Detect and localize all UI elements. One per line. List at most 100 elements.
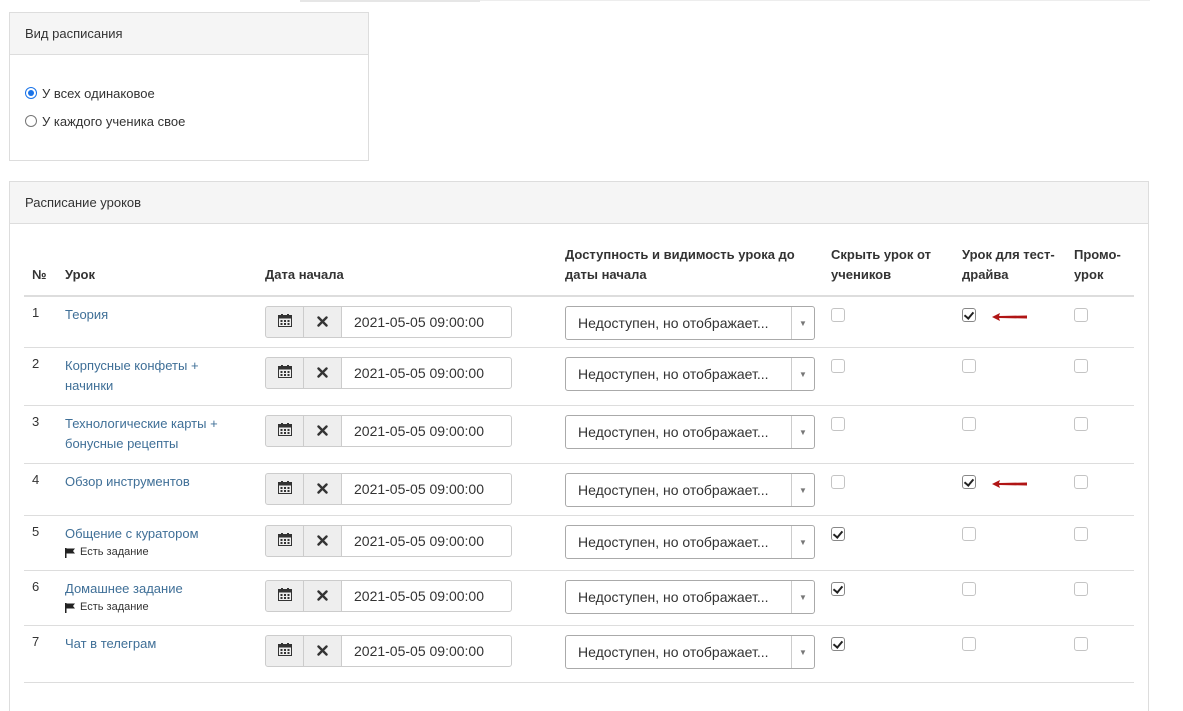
calendar-button[interactable] — [265, 525, 304, 557]
calendar-icon — [277, 532, 292, 550]
col-num: № — [32, 267, 47, 282]
promo-lesson-checkbox[interactable] — [1074, 582, 1088, 596]
start-date-input[interactable]: 2021-05-05 09:00:00 — [341, 306, 512, 338]
promo-lesson-checkbox[interactable] — [1074, 475, 1088, 489]
availability-select[interactable]: Недоступен, но отображает... ▼ — [565, 357, 815, 391]
availability-value: Недоступен, но отображает... — [578, 366, 769, 382]
availability-value: Недоступен, но отображает... — [578, 534, 769, 550]
start-date-input[interactable]: 2021-05-05 09:00:00 — [341, 635, 512, 667]
test-drive-checkbox[interactable] — [962, 359, 976, 373]
lesson-link[interactable]: Чат в телеграм — [65, 636, 156, 651]
hide-lesson-checkbox[interactable] — [831, 475, 845, 489]
start-date-input[interactable]: 2021-05-05 09:00:00 — [341, 415, 512, 447]
caret-down-icon: ▼ — [791, 416, 814, 448]
lesson-number: 1 — [32, 305, 40, 320]
start-date-input[interactable]: 2021-05-05 09:00:00 — [341, 473, 512, 505]
start-date-input[interactable]: 2021-05-05 09:00:00 — [341, 580, 512, 612]
start-date-input[interactable]: 2021-05-05 09:00:00 — [341, 357, 512, 389]
caret-down-icon: ▼ — [791, 307, 814, 339]
clear-date-button[interactable] — [303, 357, 342, 389]
test-drive-checkbox[interactable] — [962, 637, 976, 651]
table-row: 1 Теория 2021-05-05 09:00:00 Недоступен, но… — [24, 297, 1134, 348]
test-drive-checkbox[interactable] — [962, 527, 976, 541]
caret-down-icon: ▼ — [791, 526, 814, 558]
col-hide: Скрыть урок от учеников — [831, 247, 931, 282]
flag-icon — [65, 547, 77, 558]
hide-lesson-checkbox[interactable] — [831, 417, 845, 431]
promo-lesson-checkbox[interactable] — [1074, 417, 1088, 431]
clear-date-button[interactable] — [303, 415, 342, 447]
close-icon — [317, 423, 328, 440]
clear-date-button[interactable] — [303, 580, 342, 612]
lesson-number: 2 — [32, 356, 40, 371]
lesson-number: 3 — [32, 414, 40, 429]
start-date-group: 2021-05-05 09:00:00 — [265, 415, 512, 447]
test-drive-checkbox[interactable] — [962, 475, 976, 489]
lesson-link[interactable]: Технологические карты + бонусные рецепты — [65, 416, 218, 451]
promo-lesson-checkbox[interactable] — [1074, 527, 1088, 541]
hide-lesson-checkbox[interactable] — [831, 527, 845, 541]
col-lesson: Урок — [65, 267, 95, 282]
col-test-drive: Урок для тест-драйва — [962, 247, 1055, 282]
lesson-link[interactable]: Домашнее задание — [65, 581, 183, 596]
hide-lesson-checkbox[interactable] — [831, 359, 845, 373]
start-date-group: 2021-05-05 09:00:00 — [265, 580, 512, 612]
clear-date-button[interactable] — [303, 635, 342, 667]
radio-label: У всех одинаковое — [42, 85, 155, 101]
radio-option-individual[interactable]: У каждого ученика свое — [25, 107, 368, 135]
calendar-button[interactable] — [265, 580, 304, 612]
task-label: Есть задание — [80, 546, 149, 558]
radio-option-same[interactable]: У всех одинаковое — [25, 79, 368, 107]
calendar-button[interactable] — [265, 473, 304, 505]
clear-date-button[interactable] — [303, 473, 342, 505]
calendar-button[interactable] — [265, 357, 304, 389]
lesson-link[interactable]: Теория — [65, 307, 108, 322]
promo-lesson-checkbox[interactable] — [1074, 637, 1088, 651]
promo-lesson-checkbox[interactable] — [1074, 359, 1088, 373]
clear-date-button[interactable] — [303, 525, 342, 557]
availability-select[interactable]: Недоступен, но отображает... ▼ — [565, 580, 815, 614]
availability-select[interactable]: Недоступен, но отображает... ▼ — [565, 306, 815, 340]
calendar-button[interactable] — [265, 635, 304, 667]
hide-lesson-checkbox[interactable] — [831, 637, 845, 651]
start-date-group: 2021-05-05 09:00:00 — [265, 525, 512, 557]
calendar-button[interactable] — [265, 306, 304, 338]
top-divider — [300, 0, 480, 2]
radio-button[interactable] — [25, 115, 37, 127]
lesson-link[interactable]: Обзор инструментов — [65, 474, 190, 489]
table-row: 3 Технологические карты + бонусные рецепт… — [24, 406, 1134, 464]
schedule-type-title: Вид расписания — [10, 13, 368, 55]
red-arrow-icon — [990, 476, 1030, 488]
calendar-icon — [277, 587, 292, 605]
availability-select[interactable]: Недоступен, но отображает... ▼ — [565, 415, 815, 449]
lesson-name: Домашнее задание Есть задание — [65, 579, 240, 614]
hide-lesson-checkbox[interactable] — [831, 308, 845, 322]
lesson-link[interactable]: Корпусные конфеты + начинки — [65, 358, 199, 393]
table-body: 1 Теория 2021-05-05 09:00:00 Недоступен, но… — [24, 297, 1134, 683]
lesson-link[interactable]: Общение с куратором — [65, 526, 199, 541]
lesson-name: Корпусные конфеты + начинки — [65, 356, 240, 396]
availability-select[interactable]: Недоступен, но отображает... ▼ — [565, 473, 815, 507]
schedule-type-options: У всех одинаковое У каждого ученика свое — [10, 55, 368, 135]
promo-lesson-checkbox[interactable] — [1074, 308, 1088, 322]
test-drive-checkbox[interactable] — [962, 582, 976, 596]
test-drive-checkbox[interactable] — [962, 417, 976, 431]
task-label: Есть задание — [80, 601, 149, 613]
start-date-input[interactable]: 2021-05-05 09:00:00 — [341, 525, 512, 557]
availability-select[interactable]: Недоступен, но отображает... ▼ — [565, 635, 815, 669]
start-date-group: 2021-05-05 09:00:00 — [265, 306, 512, 338]
table-row: 7 Чат в телеграм 2021-05-05 09:00:00 Недост… — [24, 626, 1134, 683]
col-promo: Промо-урок — [1074, 247, 1121, 282]
col-availability: Доступность и видимость урока до даты на… — [565, 247, 795, 282]
task-indicator: Есть задание — [65, 601, 240, 614]
clear-date-button[interactable] — [303, 306, 342, 338]
close-icon — [317, 588, 328, 605]
hide-lesson-checkbox[interactable] — [831, 582, 845, 596]
radio-button-selected[interactable] — [25, 87, 37, 99]
availability-select[interactable]: Недоступен, но отображает... ▼ — [565, 525, 815, 559]
flag-icon — [65, 602, 77, 613]
test-drive-checkbox[interactable] — [962, 308, 976, 322]
lesson-name: Технологические карты + бонусные рецепты — [65, 414, 240, 454]
calendar-button[interactable] — [265, 415, 304, 447]
lesson-number: 6 — [32, 579, 40, 594]
